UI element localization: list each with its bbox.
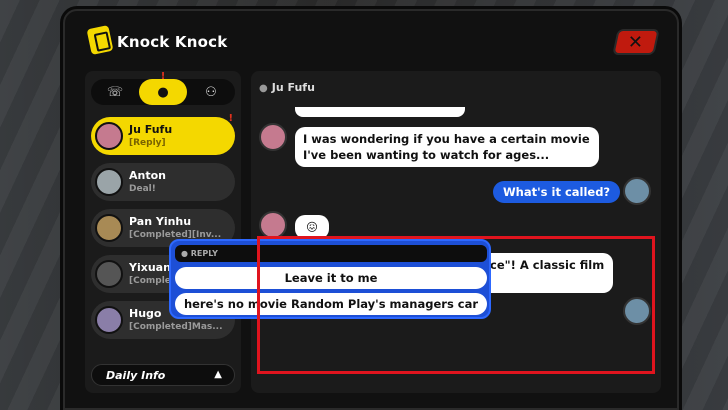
message-bubble: I was wondering if you have a certain mo… [295,127,599,167]
close-button[interactable]: ✕ [612,29,660,55]
tab-groups[interactable]: ⚇ [187,79,235,105]
contact-name: Anton [129,169,166,182]
avatar [95,214,123,242]
avatar [259,211,287,239]
notification-badge: ! [160,71,166,82]
chat-bubble-icon: ● [181,249,191,258]
contact-item-anton[interactable]: Anton Deal! [91,163,235,201]
chat-header: ● Ju Fufu [259,81,315,94]
contact-name: Ju Fufu [129,123,173,136]
avatar [259,123,287,151]
chat-contact-name: Ju Fufu [271,81,315,94]
daily-info-button[interactable]: Daily Info ▲ [91,364,235,386]
avatar [95,122,123,150]
window-header: Knock Knock ✕ [65,11,677,73]
contact-name: Pan Yinhu [129,215,192,228]
contact-icon: ● [157,84,169,100]
reply-label: REPLY [190,249,218,258]
tab-contacts[interactable]: ! ● [139,71,187,105]
avatar [95,306,123,334]
chat-bubble-icon: ● [259,83,268,94]
contact-status: [Completed]Mas... [129,322,223,332]
close-icon: ✕ [628,31,644,53]
my-message-bubble: What's it called? [493,181,621,203]
daily-info-label: Daily Info [106,369,166,382]
tab-calls[interactable]: ☏ [91,79,139,105]
contact-tabs: ☏ ! ● ⚇ [91,71,235,105]
chevron-up-icon: ▲ [214,369,222,380]
contact-status: [Reply] [129,138,166,148]
phone-app-icon [84,22,116,58]
contact-status: Deal! [129,184,156,194]
avatar [95,260,123,288]
highlight-box [257,236,655,374]
group-icon: ⚇ [205,84,217,100]
phone-icon: ☏ [106,84,124,100]
avatar [95,168,123,196]
app-title: Knock Knock [117,33,228,51]
contact-name: Hugo [129,307,162,320]
avatar [623,177,651,205]
contact-name: Yixuan [129,261,171,274]
notification-badge: ! [228,113,233,124]
contacts-panel: ☏ ! ● ⚇ Ju Fufu [Reply] ! Anton Deal! Pa… [85,71,241,393]
contact-item-ju-fufu[interactable]: Ju Fufu [Reply] ! [91,113,235,155]
previous-message-partial [295,107,465,117]
